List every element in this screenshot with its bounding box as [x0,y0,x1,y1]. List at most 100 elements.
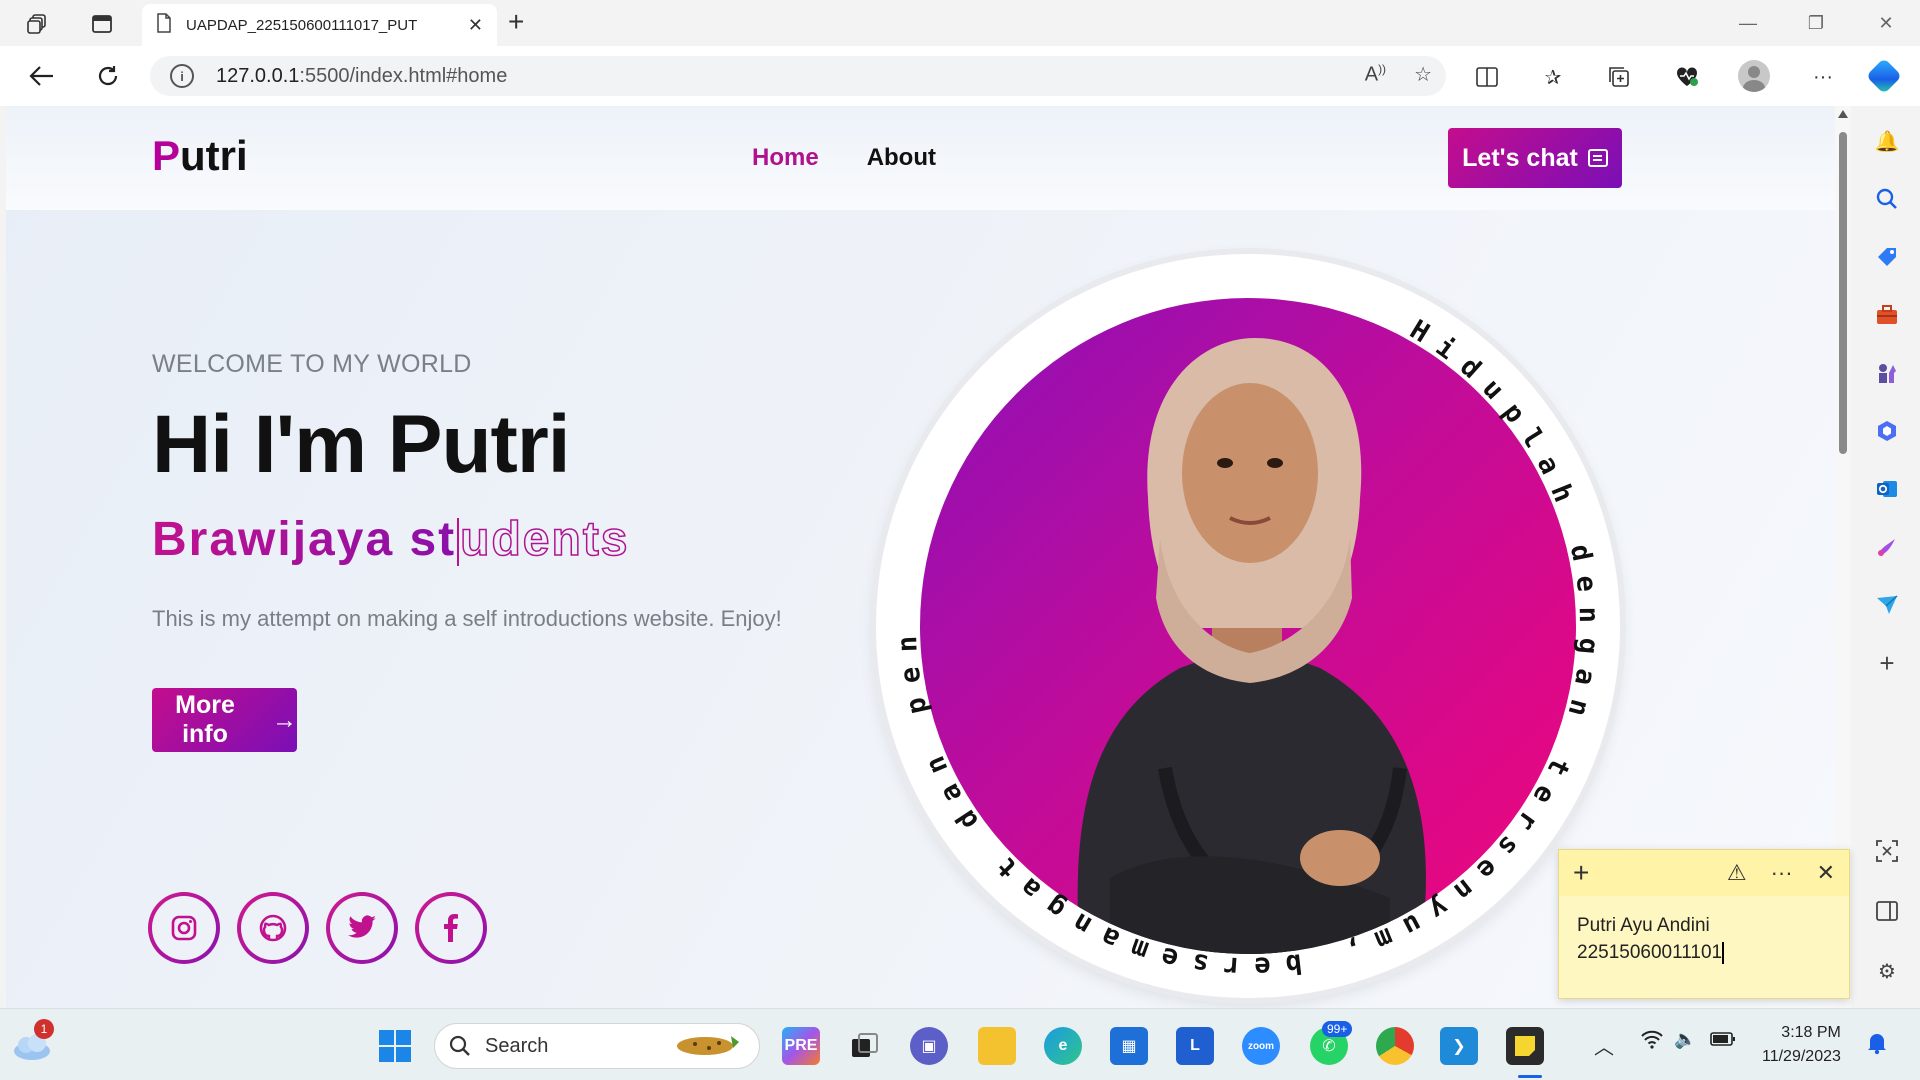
task-view-icon[interactable] [846,1027,884,1065]
new-tab-icon[interactable]: + [508,6,524,38]
copilot-icon[interactable] [1865,57,1903,95]
restore-icon[interactable]: ❐ [1786,8,1846,38]
sticky-notes-app-icon[interactable] [1506,1027,1544,1065]
browser-essentials-icon[interactable] [1672,62,1702,92]
lets-chat-button[interactable]: Let's chat [1448,128,1622,188]
designer-icon[interactable] [1872,532,1902,562]
outline-text: udents [459,512,630,567]
screenshot-icon[interactable] [1872,836,1902,866]
file-explorer-icon[interactable] [978,1027,1016,1065]
zoom-icon[interactable]: zoom [1242,1027,1280,1065]
search-highlight-icon [671,1026,745,1066]
windows-start-icon[interactable] [378,1029,412,1068]
chrome-icon[interactable] [1376,1027,1414,1065]
show-hidden-icons-icon[interactable]: ︿ [1594,1031,1614,1060]
scroll-up-arrow-icon[interactable] [1838,110,1848,118]
main-nav: Home About [752,144,936,172]
typing-subtitle: Brawijaya students [152,512,630,567]
url-host: 127.0.0.1 [216,64,300,87]
sticky-note-text[interactable]: Putri Ayu Andini 22515060011101 [1559,896,1849,982]
nav-home-link[interactable]: Home [752,144,819,172]
page-document-icon [156,13,172,37]
circular-quote: Hiduplah dengan tersenyum, bersemangat d… [876,254,1590,982]
volume-icon[interactable]: 🔈 [1674,1029,1696,1050]
microsoft-365-icon[interactable] [1872,416,1902,446]
copilot-pre-icon[interactable]: PRE [782,1027,820,1065]
teams-chat-icon[interactable]: ▣ [910,1027,948,1065]
wifi-icon[interactable] [1640,1029,1664,1055]
vertical-tabs-icon[interactable] [86,8,118,40]
arrow-right-icon: → [272,705,297,734]
search-placeholder: Search [485,1034,549,1057]
minimize-icon[interactable]: — [1718,8,1778,38]
read-aloud-icon[interactable]: A)) [1365,62,1386,87]
edge-browser-icon[interactable]: e [1044,1027,1082,1065]
url-bar[interactable]: i 127.0.0.1:5500/index.html#home A)) ☆ [150,56,1446,96]
settings-gear-icon[interactable]: ⚙ [1872,956,1902,986]
site-header: Putri Home About Let's chat [6,106,1835,210]
active-app-indicator [1518,1075,1542,1078]
profile-avatar[interactable] [1738,60,1770,92]
shopping-tag-icon[interactable] [1872,242,1902,272]
favorite-star-icon[interactable]: ☆ [1414,62,1432,87]
page-headline: Hi I'm Putri [152,399,571,490]
new-note-plus-icon[interactable]: + [1573,857,1589,889]
weather-notification-badge: 1 [34,1019,54,1039]
chat-bubble-icon [1587,149,1608,167]
workspaces-icon[interactable] [22,8,54,40]
note-line-2: 22515060011101 [1577,942,1723,963]
games-chess-icon[interactable] [1872,358,1902,388]
close-window-icon[interactable]: ✕ [1856,8,1916,38]
url-path: :5500/index.html#home [299,64,508,87]
more-info-button[interactable]: More info → [152,688,297,752]
active-tab[interactable]: UAPDAP_225150600111017_PUT ✕ [142,4,497,46]
outlook-icon[interactable] [1872,474,1902,504]
system-clock[interactable]: 3:18 PM 11/29/2023 [1762,1021,1841,1069]
tab-title: UAPDAP_225150600111017_PUT [186,16,418,34]
more-options-icon[interactable]: ··· [1808,62,1838,92]
search-icon[interactable] [1872,184,1902,214]
windows-taskbar: 1 Search PRE ▣ e ▦ L zoom ✆ 99+ ❯ ︿ 🔈 3:… [0,1008,1920,1080]
intro-paragraph: This is my attempt on making a self intr… [152,606,782,631]
text-cursor [1722,941,1724,964]
more-info-label: More info [175,691,235,748]
nav-about-link[interactable]: About [867,144,936,172]
sticky-note[interactable]: + ⚠ ··· ✕ Putri Ayu Andini 2251506001110… [1558,849,1850,999]
collections-icon[interactable] [1604,62,1634,92]
github-link[interactable] [237,892,309,964]
chat-button-label: Let's chat [1462,143,1578,172]
social-links [148,892,487,964]
site-logo[interactable]: Putri [152,132,248,180]
typed-text: Brawijaya st [152,513,457,566]
twitter-link[interactable] [326,892,398,964]
favorites-icon[interactable]: ✰ [1538,62,1568,92]
hide-sidebar-icon[interactable] [1872,896,1902,926]
notification-center-icon[interactable] [1866,1031,1888,1060]
note-menu-icon[interactable]: ··· [1771,860,1793,886]
search-icon [449,1035,470,1056]
welcome-text: WELCOME TO MY WORLD [152,350,472,378]
tab-close-icon[interactable]: ✕ [468,15,483,36]
site-info-icon[interactable]: i [170,64,194,88]
tools-briefcase-icon[interactable] [1872,300,1902,330]
facebook-link[interactable] [415,892,487,964]
edge-sidebar: 🔔 + ⚙ [1856,106,1920,1008]
facebook-icon [444,914,458,942]
add-sidebar-app-icon[interactable]: + [1872,648,1902,678]
vscode-icon[interactable]: ❯ [1440,1027,1478,1065]
instagram-link[interactable] [148,892,220,964]
notifications-bell-icon[interactable]: 🔔 [1872,126,1902,156]
l-app-icon[interactable]: L [1176,1027,1214,1065]
battery-icon[interactable] [1710,1031,1736,1052]
close-note-icon[interactable]: ✕ [1817,860,1835,886]
microsoft-store-icon[interactable]: ▦ [1110,1027,1148,1065]
scroll-thumb[interactable] [1839,132,1847,454]
refresh-icon[interactable] [90,58,126,94]
send-drop-icon[interactable] [1872,590,1902,620]
back-icon[interactable] [24,58,60,94]
split-screen-icon[interactable] [1472,62,1502,92]
clock-time: 3:18 PM [1781,1024,1841,1041]
warning-icon[interactable]: ⚠ [1727,860,1747,886]
address-toolbar: i 127.0.0.1:5500/index.html#home A)) ☆ ✰… [0,46,1920,106]
taskbar-search-box[interactable]: Search [434,1023,760,1069]
